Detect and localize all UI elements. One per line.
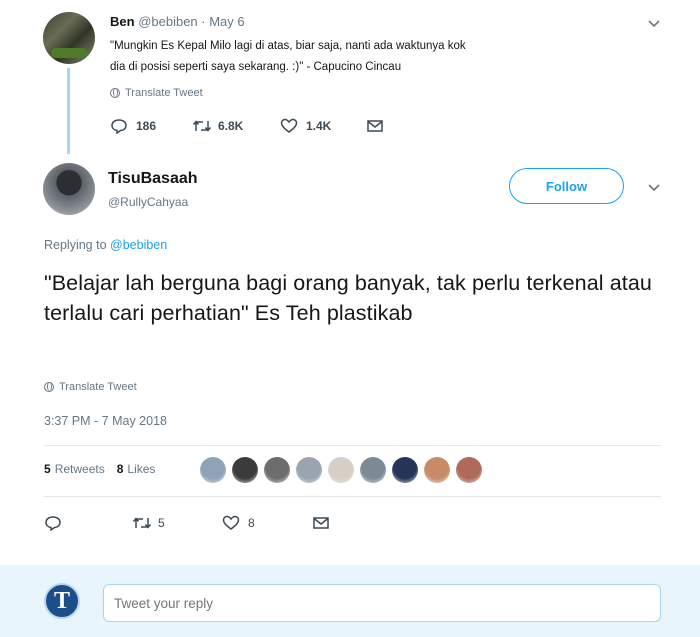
current-user-avatar[interactable]: T — [44, 583, 80, 619]
like-button[interactable]: 8 — [222, 515, 312, 531]
parent-translate-link[interactable]: Translate Tweet — [110, 87, 203, 99]
replying-to: Replying to @bebiben — [44, 238, 167, 252]
direct-message-button[interactable] — [312, 515, 330, 531]
follow-button[interactable]: Follow — [509, 168, 624, 204]
liker-avatar[interactable] — [232, 457, 258, 483]
like-count: 1.4K — [306, 119, 332, 133]
likes-stat-count: 8 — [116, 462, 124, 476]
parent-author-handle-date[interactable]: @bebiben · May 6 — [138, 14, 244, 29]
author-name[interactable]: TisuBasaah — [108, 170, 198, 188]
tweet-text: "Belajar lah berguna bagi orang banyak, … — [44, 271, 652, 325]
author-handle[interactable]: @RullyCahyaa — [108, 195, 188, 209]
retweets-stat[interactable]: 5 Retweets — [44, 462, 105, 476]
replying-mention-link[interactable]: @bebiben — [110, 238, 167, 252]
reply-icon — [44, 515, 62, 532]
liker-avatar[interactable] — [328, 457, 354, 483]
parent-header: Ben @bebiben · May 6 — [110, 14, 245, 29]
reply-input[interactable] — [103, 584, 661, 622]
likes-stat-label: Likes — [127, 462, 156, 476]
envelope-icon — [312, 515, 330, 531]
replying-prefix: Replying to — [44, 238, 107, 252]
liker-avatar[interactable] — [424, 457, 450, 483]
retweets-stat-count: 5 — [44, 462, 51, 476]
envelope-icon — [366, 118, 384, 134]
tweet-timestamp[interactable]: 3:37 PM - 7 May 2018 — [44, 414, 167, 428]
tweet-actions: 5 8 — [44, 515, 330, 532]
reply-composer: T — [0, 565, 700, 637]
liker-avatar[interactable] — [456, 457, 482, 483]
retweet-count: 6.8K — [218, 119, 244, 133]
tweet-stats: 5 Retweets 8 Likes — [44, 462, 167, 476]
divider — [44, 445, 661, 446]
retweets-stat-label: Retweets — [54, 462, 105, 476]
retweet-button[interactable]: 5 — [132, 515, 222, 531]
translate-link[interactable]: Translate Tweet — [44, 381, 137, 393]
liker-avatar[interactable] — [200, 457, 226, 483]
retweet-icon — [192, 118, 212, 134]
direct-message-button[interactable] — [366, 118, 384, 134]
author-avatar[interactable] — [43, 163, 95, 215]
reply-icon — [110, 118, 128, 135]
retweet-button[interactable]: 6.8K — [192, 118, 280, 134]
translate-label: Translate Tweet — [59, 381, 137, 393]
parent-tweet-text: "Mungkin Es Kepal Milo lagi di atas, bia… — [110, 40, 466, 73]
retweet-action-count: 5 — [158, 516, 165, 530]
like-button[interactable]: 1.4K — [280, 118, 366, 134]
liker-avatar[interactable] — [360, 457, 386, 483]
parent-actions: 186 6.8K 1.4K — [110, 118, 384, 135]
liker-avatar[interactable] — [264, 457, 290, 483]
heart-icon — [280, 118, 298, 134]
liker-avatars — [200, 457, 482, 483]
parent-tweet[interactable]: Ben @bebiben · May 6 "Mungkin Es Kepal M… — [0, 0, 700, 154]
like-action-count: 8 — [248, 516, 255, 530]
thread-line — [67, 68, 70, 154]
globe-icon — [110, 88, 120, 98]
parent-avatar[interactable] — [43, 12, 95, 64]
reply-button[interactable]: 186 — [110, 118, 192, 135]
parent-author-name[interactable]: Ben — [110, 14, 135, 29]
retweet-icon — [132, 515, 152, 531]
translate-label: Translate Tweet — [125, 87, 203, 99]
globe-icon — [44, 382, 54, 392]
chevron-down-icon[interactable] — [647, 16, 661, 34]
liker-avatar[interactable] — [392, 457, 418, 483]
chevron-down-icon[interactable] — [647, 180, 661, 198]
reply-button[interactable] — [44, 515, 132, 532]
main-tweet: TisuBasaah @RullyCahyaa Follow Replying … — [0, 150, 700, 565]
reply-count: 186 — [136, 119, 157, 133]
likes-stat[interactable]: 8 Likes — [117, 462, 156, 476]
heart-icon — [222, 515, 240, 531]
divider — [44, 496, 661, 497]
liker-avatar[interactable] — [296, 457, 322, 483]
